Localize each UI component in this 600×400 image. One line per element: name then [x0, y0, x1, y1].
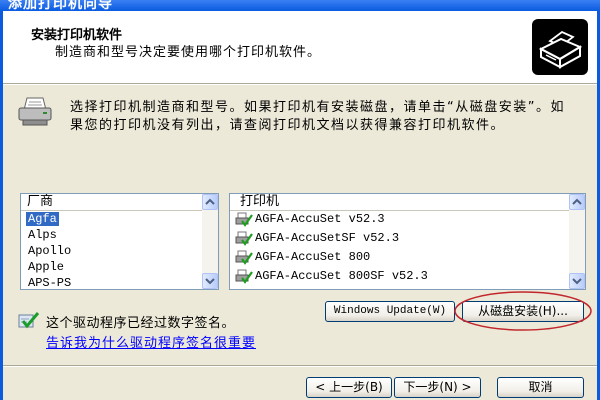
printer-model-label: AGFA-AccuSetSF v52.3 — [255, 231, 400, 245]
chevron-up-icon — [203, 195, 217, 209]
printer-model-item[interactable]: AGFA-AccuSet v52.3 — [230, 210, 569, 229]
cancel-button[interactable]: 取消 — [497, 377, 584, 398]
manufacturer-list-scrollbar[interactable] — [202, 194, 218, 289]
footer-separator — [3, 365, 597, 367]
manufacturer-item-label: Apollo — [28, 244, 72, 258]
printer-model-list[interactable]: 打印机 AGFA-AccuSet v52.3 AGFA-AccuSetSF v5… — [229, 193, 586, 290]
manufacturer-item[interactable]: Apollo — [21, 243, 202, 259]
wizard-header: 安装打印机软件 制造商和型号决定要使用哪个打印机软件。 — [3, 11, 597, 84]
manufacturer-item[interactable]: Agfa — [21, 211, 202, 227]
page-subtitle: 制造商和型号决定要使用哪个打印机软件。 — [55, 45, 322, 60]
printer-list-header[interactable]: 打印机 — [230, 194, 569, 211]
scroll-up-button[interactable] — [202, 194, 218, 210]
instruction-text-line-2: 果您的打印机没有列出，请查阅打印机文档以获得兼容打印机软件。 — [70, 118, 506, 133]
add-printer-wizard-dialog: { "window": {"title": "添加打印机向导"}, "heade… — [0, 0, 600, 400]
scroll-down-button[interactable] — [202, 273, 218, 289]
window-title: 添加打印机向导 — [8, 0, 113, 11]
printer-model-item[interactable]: AGFA-AccuSet 800SF v52.3 — [230, 267, 569, 286]
next-button[interactable]: 下一步(N) > — [394, 377, 481, 398]
manufacturer-item-label: APS-PS — [28, 276, 72, 290]
manufacturer-item[interactable]: APS-PS — [21, 275, 202, 290]
printer-icon — [16, 96, 54, 128]
manufacturer-list-header[interactable]: 厂商 — [21, 194, 202, 211]
back-button[interactable]: < 上一步(B) — [306, 377, 392, 398]
signed-printer-icon — [235, 212, 253, 227]
manufacturer-item-label: Alps — [28, 228, 57, 242]
manufacturer-item[interactable]: Apple — [21, 259, 202, 275]
manufacturer-item-label: Apple — [28, 260, 65, 274]
signature-status-text: 这个驱动程序已经过数字签名。 — [46, 316, 236, 331]
instruction-text-line-1: 选择打印机制造商和型号。如果打印机有安装磁盘，请单击“从磁盘安装”。如 — [70, 100, 565, 115]
chevron-up-icon — [570, 195, 584, 209]
windows-update-button[interactable]: Windows Update(W) — [325, 301, 455, 322]
printer-model-item[interactable]: AGFA-AccuSet 800 — [230, 248, 569, 267]
manufacturer-item-label: Agfa — [26, 212, 59, 226]
title-bar[interactable]: 添加打印机向导 — [0, 0, 600, 11]
manufacturer-list[interactable]: 厂商 Agfa Alps Apollo Apple APS-PS — [20, 193, 219, 290]
printer-box-icon — [532, 19, 588, 75]
highlight-circle — [452, 289, 594, 333]
scroll-up-button[interactable] — [569, 194, 585, 210]
chevron-down-icon — [203, 274, 217, 288]
printer-model-label: AGFA-AccuSet 800SF v52.3 — [255, 269, 428, 283]
printer-model-item[interactable]: AGFA-AccuSetSF v52.3 — [230, 229, 569, 248]
signed-printer-icon — [235, 250, 253, 265]
signed-driver-icon — [17, 309, 41, 331]
scroll-down-button[interactable] — [569, 273, 585, 289]
signed-printer-icon — [235, 269, 253, 284]
chevron-down-icon — [570, 274, 584, 288]
printer-list-scrollbar[interactable] — [569, 194, 585, 289]
signed-printer-icon — [235, 231, 253, 246]
printer-model-label: AGFA-AccuSet 800 — [255, 250, 371, 264]
manufacturer-item[interactable]: Alps — [21, 227, 202, 243]
printer-model-label: AGFA-AccuSet v52.3 — [255, 212, 385, 226]
signing-info-link[interactable]: 告诉我为什么驱动程序签名很重要 — [46, 332, 256, 351]
